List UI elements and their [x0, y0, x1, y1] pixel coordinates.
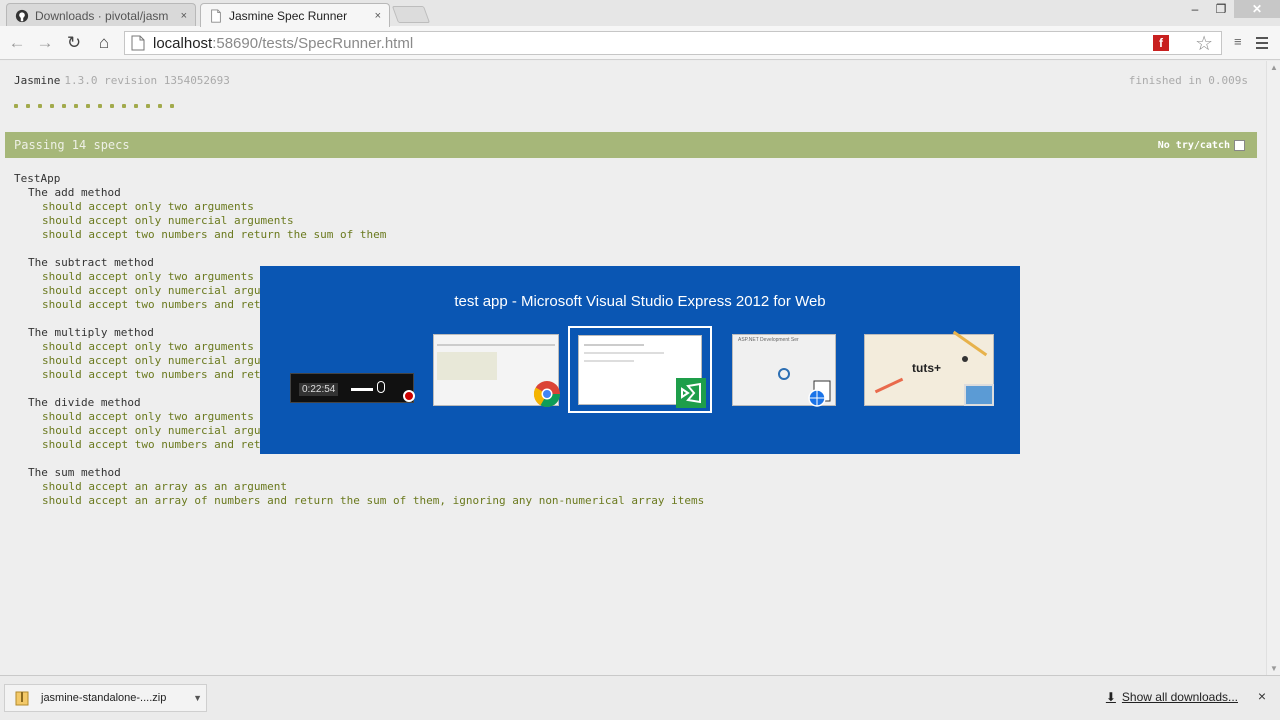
- spec-dot: [98, 104, 102, 108]
- scrollbar[interactable]: ▲ ▼: [1266, 61, 1280, 675]
- spec-item[interactable]: should accept only numercial arguments: [42, 214, 704, 228]
- download-arrow-icon: ⬇: [1105, 690, 1116, 704]
- spec-dot: [50, 104, 54, 108]
- decor-dot: [962, 356, 968, 362]
- back-button[interactable]: ←: [6, 32, 28, 54]
- spec-item[interactable]: should accept an array as an argument: [42, 480, 704, 494]
- extension-icon[interactable]: ≡: [1234, 34, 1248, 52]
- spec-dot: [86, 104, 90, 108]
- spec-dot: [62, 104, 66, 108]
- visual-studio-icon: [676, 378, 706, 408]
- page-icon: [211, 8, 221, 23]
- toolbar: ← → ↻ ⌂ localhost:58690/tests/SpecRunner…: [0, 26, 1280, 60]
- thumbnail-recorder[interactable]: 0:22:54: [290, 373, 415, 403]
- spec-dot: [158, 104, 162, 108]
- scroll-up-icon[interactable]: ▲: [1270, 63, 1278, 72]
- download-item[interactable]: jasmine-standalone-....zip ▼: [4, 684, 207, 712]
- spec-dot: [146, 104, 150, 108]
- spec-dot: [134, 104, 138, 108]
- spec-dot: [26, 104, 30, 108]
- tab-close-icon[interactable]: ×: [181, 10, 187, 22]
- close-window-button[interactable]: ✕: [1234, 0, 1280, 18]
- laptop-icon: [964, 384, 994, 406]
- scroll-down-icon[interactable]: ▼: [1270, 664, 1278, 673]
- tab-close-icon[interactable]: ×: [375, 10, 381, 22]
- no-try-catch-label: No try/catch: [1157, 140, 1230, 151]
- minimize-button[interactable]: –: [1182, 0, 1208, 18]
- new-tab-button[interactable]: [391, 6, 431, 23]
- spec-item[interactable]: should accept only two arguments: [42, 200, 704, 214]
- jasmine-banner: Jasmine 1.3.0 revision 1354052693: [14, 74, 230, 87]
- tuts-logo: tuts+: [912, 361, 942, 375]
- spec-dot: [38, 104, 42, 108]
- chevron-down-icon[interactable]: ▼: [193, 693, 202, 703]
- globe-icon: [808, 380, 831, 407]
- window-switcher: test app - Microsoft Visual Studio Expre…: [260, 266, 1020, 454]
- suite-gap: [14, 242, 704, 256]
- thumbnail-asp-net-server[interactable]: ASP.NET Development Ser: [732, 334, 836, 407]
- thumbnail-chrome[interactable]: [433, 334, 561, 408]
- recorder-bar: [351, 388, 373, 391]
- no-try-catch[interactable]: No try/catch: [1158, 140, 1245, 151]
- asp-label: ASP.NET Development Ser: [738, 337, 799, 343]
- suite-title[interactable]: The add method: [28, 186, 704, 200]
- spec-dots: [14, 104, 174, 108]
- spec-dot: [170, 104, 174, 108]
- record-icon: [403, 390, 415, 402]
- suite: The sum method should accept an array as …: [28, 466, 704, 508]
- chrome-icon: [533, 381, 561, 408]
- address-bar[interactable]: localhost:58690/tests/SpecRunner.html f …: [124, 31, 1222, 55]
- reload-button[interactable]: ↻: [63, 32, 85, 54]
- microphone-icon: [377, 381, 385, 393]
- switcher-title: test app - Microsoft Visual Studio Expre…: [454, 293, 826, 310]
- download-filename: jasmine-standalone-....zip: [41, 692, 167, 704]
- page-icon: [131, 35, 145, 51]
- zip-folder-icon: [15, 691, 29, 706]
- root-suite[interactable]: TestApp: [14, 172, 704, 186]
- spec-dot: [74, 104, 78, 108]
- no-try-catch-checkbox[interactable]: [1234, 140, 1245, 151]
- tab-downloads[interactable]: Downloads · pivotal/jasm ×: [6, 3, 196, 27]
- suite-gap: [14, 452, 704, 466]
- bookmark-star-icon[interactable]: ☆: [1195, 31, 1213, 56]
- url-host: localhost: [153, 34, 213, 52]
- tab-strip: Downloads · pivotal/jasm × Jasmine Spec …: [0, 0, 1280, 27]
- recorder-time: 0:22:54: [299, 383, 339, 396]
- show-all-label: Show all downloads...: [1121, 690, 1238, 704]
- spec-dot: [110, 104, 114, 108]
- suite-title[interactable]: The sum method: [28, 466, 704, 480]
- url-path: :58690/tests/SpecRunner.html: [212, 34, 414, 52]
- passing-bar: Passing 14 specs No try/catch: [5, 132, 1257, 158]
- tab-spec-runner[interactable]: Jasmine Spec Runner ×: [200, 3, 390, 27]
- window-controls: – ❐ ✕: [1182, 0, 1280, 20]
- show-all-downloads-link[interactable]: ⬇ Show all downloads...: [1106, 690, 1238, 704]
- jasmine-version: 1.3.0 revision 1354052693: [64, 74, 230, 87]
- flash-icon[interactable]: f: [1153, 35, 1169, 51]
- github-icon: [15, 9, 29, 22]
- thumbnail-visual-studio[interactable]: [568, 326, 712, 413]
- suite: The add method should accept only two arg…: [28, 186, 704, 242]
- close-downloads-icon[interactable]: ×: [1258, 688, 1266, 704]
- home-button[interactable]: ⌂: [93, 32, 115, 54]
- server-icon: [778, 368, 790, 380]
- chrome-menu-button[interactable]: [1252, 32, 1272, 54]
- forward-button[interactable]: →: [34, 32, 56, 54]
- duration-text: finished in 0.009s: [1128, 74, 1248, 87]
- spec-dot: [14, 104, 18, 108]
- thumbnail-tuts-plus[interactable]: tuts+: [864, 330, 994, 406]
- tab-title: Downloads · pivotal/jasm: [35, 8, 169, 23]
- spec-item[interactable]: should accept two numbers and return the…: [42, 228, 704, 242]
- maximize-button[interactable]: ❐: [1208, 0, 1234, 18]
- downloads-bar: jasmine-standalone-....zip ▼ ⬇ Show all …: [0, 675, 1280, 720]
- passing-text: Passing 14 specs: [14, 138, 130, 152]
- spec-item[interactable]: should accept an array of numbers and re…: [42, 494, 704, 508]
- jasmine-title: Jasmine: [14, 74, 61, 87]
- spec-dot: [122, 104, 126, 108]
- tab-title: Jasmine Spec Runner: [229, 8, 348, 23]
